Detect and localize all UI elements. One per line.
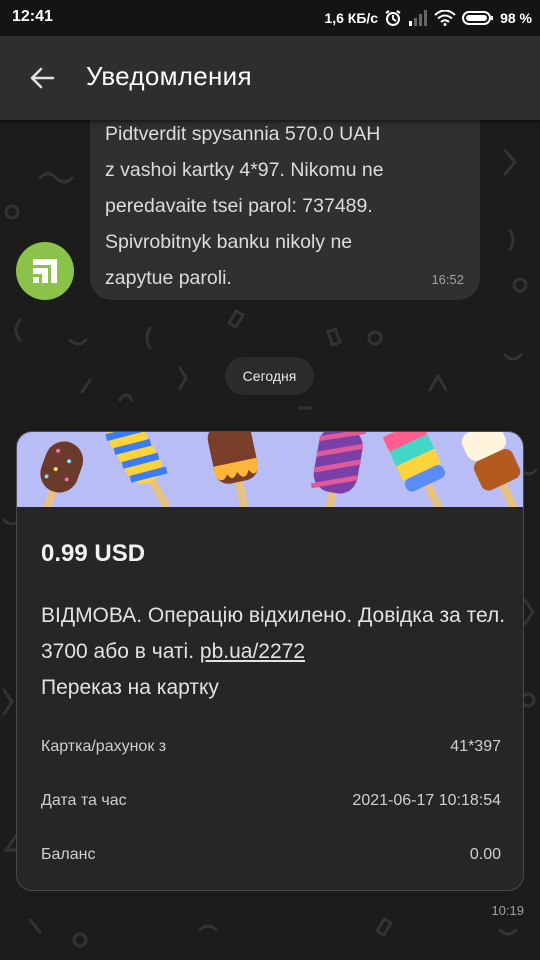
transaction-message: ВІДМОВА. Операцію відхилено. Довідка за … [41, 598, 511, 706]
transaction-amount: 0.99 USD [41, 540, 146, 567]
message-line: z vashoi kartky 4*97. Nikomu ne [105, 159, 384, 181]
avatar[interactable] [16, 242, 74, 300]
detail-value: 2021-06-17 10:18:54 [352, 792, 501, 809]
message-line: zapytue paroli. [105, 267, 232, 289]
message-line: Spivrobitnyk banku nikoly ne [105, 231, 353, 253]
app-bar: Уведомления [0, 36, 540, 120]
detail-label: Баланс [41, 846, 96, 863]
ice-cream-banner [17, 432, 523, 507]
help-link[interactable]: pb.ua/2272 [200, 640, 305, 663]
arrow-left-icon [30, 67, 55, 89]
transaction-type: Переказ на картку [41, 676, 219, 699]
detail-row-balance: Баланс 0.00 [41, 846, 501, 870]
wifi-icon [434, 10, 456, 26]
detail-row-datetime: Дата та час 2021-06-17 10:18:54 [41, 792, 501, 816]
card-time: 10:19 [491, 903, 524, 918]
transaction-card[interactable]: 0.99 USD ВІДМОВА. Операцію відхилено. До… [16, 431, 524, 891]
privatbank-logo-icon [33, 259, 57, 283]
detail-value: 41*397 [450, 738, 501, 755]
date-separator: Сегодня [225, 357, 314, 395]
message-text: Pidtverdit spysannia 570.0 UAH z vashoi … [105, 116, 435, 296]
network-speed: 1,6 КБ/с [324, 10, 379, 26]
detail-label: Картка/рахунок з [41, 738, 167, 755]
message-line: Pidtverdit spysannia 570.0 UAH [105, 123, 381, 145]
detail-label: Дата та час [41, 792, 127, 809]
message-time: 16:52 [431, 272, 464, 287]
status-icons: 1,6 КБ/с 98 % [324, 7, 532, 29]
status-bar: 12:41 1,6 КБ/с 98 % [0, 0, 540, 36]
detail-value: 0.00 [469, 846, 501, 863]
status-time: 12:41 [12, 8, 53, 25]
signal-icon [409, 10, 428, 26]
detail-row-card: Картка/рахунок з 41*397 [41, 738, 501, 762]
page-title: Уведомления [86, 61, 252, 91]
message-bubble[interactable]: Pidtverdit spysannia 570.0 UAH z vashoi … [90, 106, 480, 300]
battery-icon [462, 11, 494, 25]
message-line: peredavaite tsei parol: 737489. [105, 195, 373, 217]
alarm-icon [385, 10, 401, 26]
battery-percent: 98 % [500, 10, 532, 26]
back-button[interactable] [20, 58, 64, 98]
